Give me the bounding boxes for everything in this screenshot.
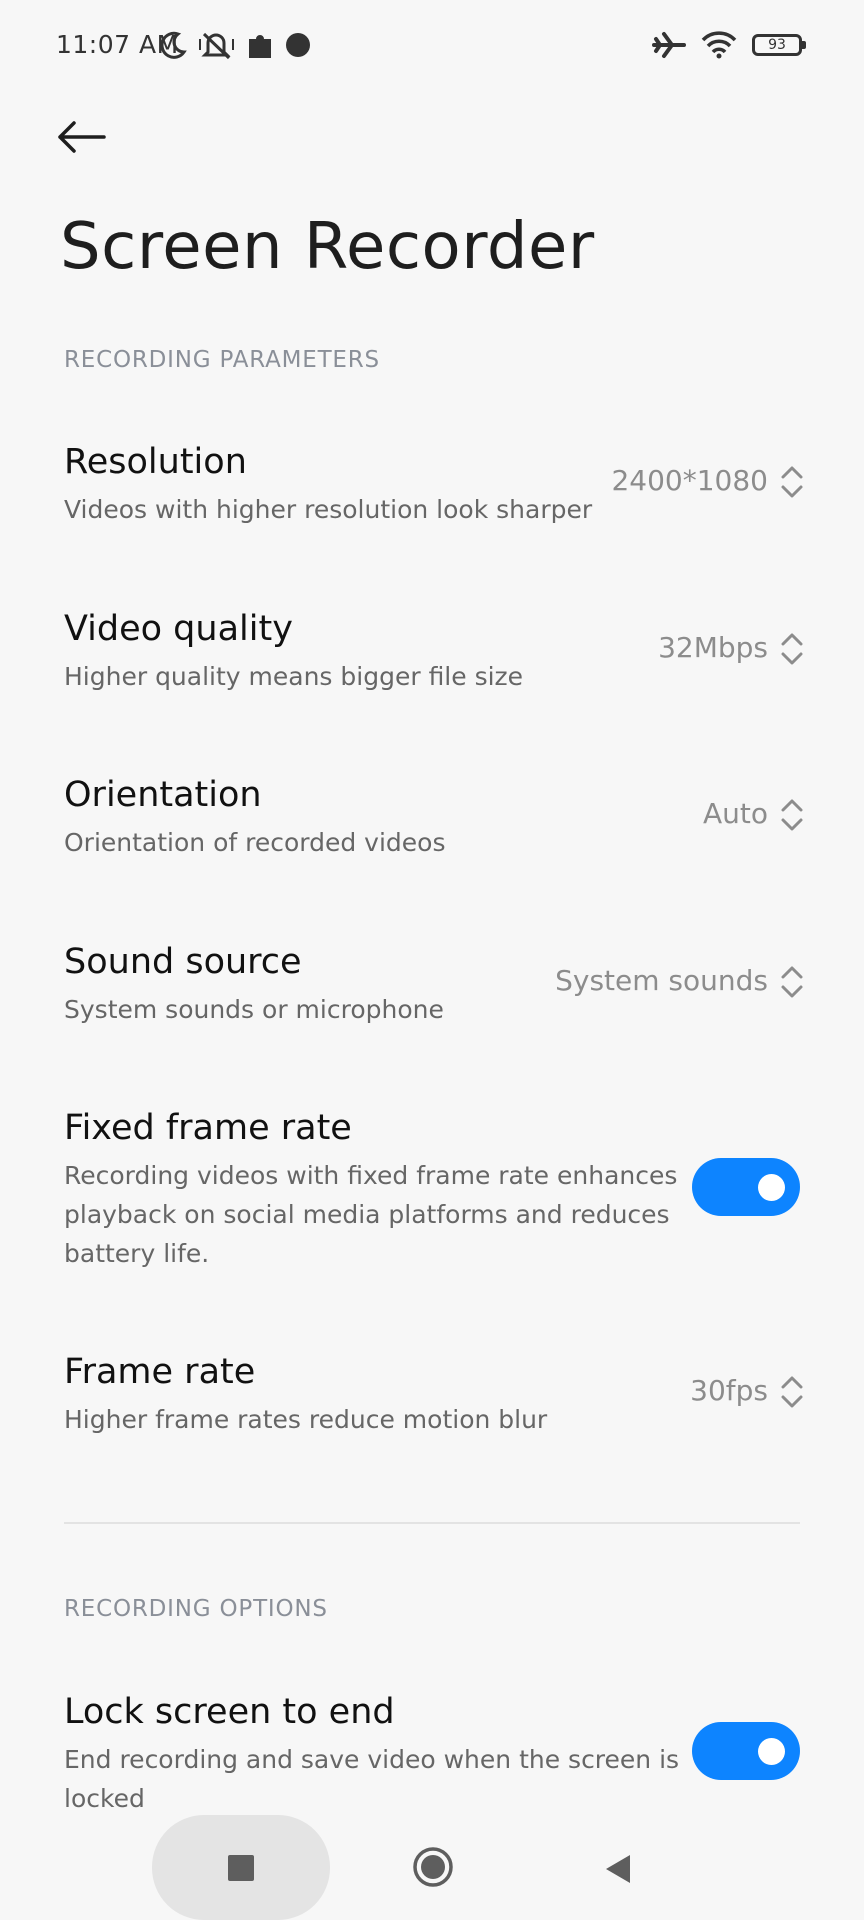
setting-value: 32Mbps (658, 631, 768, 664)
setting-title: Lock screen to end (64, 1692, 395, 1732)
setting-orientation[interactable]: Orientation Orientation of recorded vide… (0, 763, 864, 883)
section-header-recording-options: RECORDING OPTIONS (64, 1596, 328, 1622)
setting-title: Sound source (64, 942, 302, 982)
setting-description-line: Recording videos with fixed frame rate e… (64, 1161, 678, 1190)
setting-title: Orientation (64, 775, 262, 815)
setting-resolution[interactable]: Resolution Videos with higher resolution… (0, 430, 864, 550)
home-button[interactable] (412, 1846, 454, 1888)
setting-frame-rate[interactable]: Frame rate Higher frame rates reduce mot… (0, 1340, 864, 1460)
dot-icon (286, 33, 310, 57)
toggle-knob (758, 1174, 785, 1201)
setting-description-line: locked (64, 1784, 145, 1813)
setting-title: Video quality (64, 609, 293, 649)
setting-description-line: playback on social media platforms and r… (64, 1200, 670, 1229)
fixed-frame-rate-toggle[interactable] (692, 1158, 800, 1216)
setting-title: Frame rate (64, 1352, 256, 1392)
setting-lock-screen-to-end: Lock screen to end End recording and sav… (0, 1680, 864, 1820)
muted-vibrate-icon (199, 32, 234, 60)
setting-description: Videos with higher resolution look sharp… (64, 495, 593, 524)
section-header-recording-parameters: RECORDING PARAMETERS (64, 347, 380, 373)
recents-square-icon (228, 1855, 254, 1881)
wifi-icon (701, 31, 737, 59)
back-triangle-button[interactable] (604, 1853, 632, 1885)
setting-title: Resolution (64, 442, 247, 482)
setting-fixed-frame-rate: Fixed frame rate Recording videos with f… (0, 1096, 864, 1276)
chevron-up-down-icon (781, 799, 803, 831)
setting-description-line: battery life. (64, 1239, 210, 1268)
setting-value: 30fps (690, 1374, 768, 1407)
moon-icon (160, 31, 187, 59)
setting-description: Higher frame rates reduce motion blur (64, 1405, 548, 1434)
battery-icon: 93 (752, 34, 806, 56)
battery-level: 93 (768, 37, 786, 53)
setting-sound-source[interactable]: Sound source System sounds or microphone… (0, 930, 864, 1050)
page-title: Screen Recorder (60, 210, 595, 284)
setting-video-quality[interactable]: Video quality Higher quality means bigge… (0, 597, 864, 717)
section-divider (64, 1522, 800, 1524)
puzzle-icon (249, 35, 271, 58)
status-bar: 11:07 AM 93 (0, 0, 864, 96)
chevron-up-down-icon (781, 466, 803, 498)
setting-value: 2400*1080 (611, 464, 768, 497)
setting-value: Auto (702, 797, 768, 830)
status-right-icons: 93 (652, 30, 806, 60)
airplane-icon (652, 32, 686, 58)
chevron-up-down-icon (781, 966, 803, 998)
setting-description: Higher quality means bigger file size (64, 662, 524, 691)
setting-value: System sounds (555, 964, 768, 997)
back-button[interactable] (56, 110, 120, 164)
setting-description: Recording videos with fixed frame rate e… (64, 1156, 684, 1273)
toggle-knob (758, 1738, 785, 1765)
chevron-up-down-icon (781, 1376, 803, 1408)
chevron-up-down-icon (781, 633, 803, 665)
setting-title: Fixed frame rate (64, 1108, 352, 1148)
setting-description: End recording and save video when the sc… (64, 1740, 684, 1818)
lock-screen-to-end-toggle[interactable] (692, 1722, 800, 1780)
status-left-icons (158, 30, 312, 60)
navigation-bar (0, 1815, 864, 1920)
setting-description: System sounds or microphone (64, 995, 444, 1024)
setting-description: Orientation of recorded videos (64, 828, 446, 857)
back-arrow-icon (58, 121, 106, 153)
setting-description-line: End recording and save video when the sc… (64, 1745, 680, 1774)
